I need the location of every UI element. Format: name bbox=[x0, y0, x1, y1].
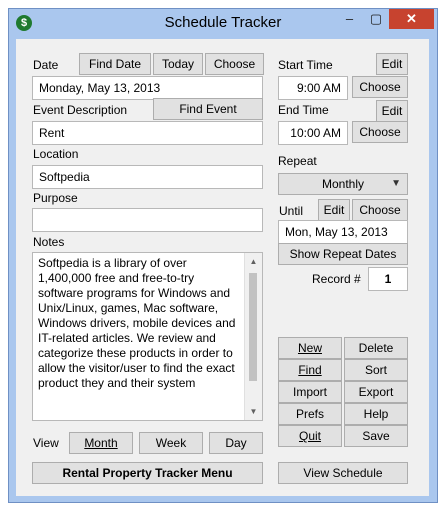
event-description-field[interactable]: Rent bbox=[32, 121, 263, 145]
date-field[interactable]: Monday, May 13, 2013 bbox=[32, 76, 263, 100]
import-button[interactable]: Import bbox=[278, 381, 342, 403]
scroll-up-icon[interactable]: ▲ bbox=[245, 253, 262, 270]
until-label: Until bbox=[279, 204, 304, 218]
delete-button[interactable]: Delete bbox=[344, 337, 408, 359]
repeat-select[interactable]: Monthly ▼ bbox=[278, 173, 408, 195]
date-choose-button[interactable]: Choose bbox=[205, 53, 264, 75]
event-description-label: Event Description bbox=[33, 103, 128, 117]
maximize-icon[interactable]: ▢ bbox=[363, 9, 389, 29]
new-button[interactable]: New bbox=[278, 337, 342, 359]
until-edit-button[interactable]: Edit bbox=[318, 199, 350, 221]
find-event-label: Find Event bbox=[179, 102, 237, 116]
view-label: View bbox=[33, 436, 59, 450]
view-month-label: Month bbox=[84, 436, 118, 450]
end-time-choose-button[interactable]: Choose bbox=[352, 121, 408, 143]
repeat-selected-value: Monthly bbox=[321, 177, 365, 191]
start-time-edit-button[interactable]: Edit bbox=[376, 53, 408, 75]
title-bar[interactable]: $ Schedule Tracker – ▢ ✕ bbox=[9, 9, 437, 37]
end-time-label: End Time bbox=[278, 103, 329, 117]
find-label: Find bbox=[298, 363, 322, 377]
new-label: New bbox=[297, 341, 322, 355]
notes-textarea[interactable]: Softpedia is a library of over 1,400,000… bbox=[32, 252, 263, 421]
rental-property-tracker-menu-button[interactable]: Rental Property Tracker Menu bbox=[32, 462, 263, 484]
view-month-button[interactable]: Month bbox=[69, 432, 133, 454]
view-day-button[interactable]: Day bbox=[209, 432, 263, 454]
notes-scrollbar[interactable]: ▲ ▼ bbox=[244, 253, 262, 420]
client-area: Date Find Date Today Choose Monday, May … bbox=[16, 39, 429, 496]
record-number-field[interactable]: 1 bbox=[368, 267, 408, 291]
repeat-label: Repeat bbox=[278, 154, 317, 168]
location-label: Location bbox=[33, 147, 79, 161]
view-week-button[interactable]: Week bbox=[139, 432, 203, 454]
minimize-icon[interactable]: – bbox=[336, 9, 363, 29]
scroll-thumb[interactable] bbox=[249, 273, 257, 381]
save-button[interactable]: Save bbox=[344, 425, 408, 447]
notes-text: Softpedia is a library of over 1,400,000… bbox=[38, 256, 236, 390]
until-choose-button[interactable]: Choose bbox=[352, 199, 408, 221]
prefs-button[interactable]: Prefs bbox=[278, 403, 342, 425]
notes-label: Notes bbox=[33, 235, 65, 249]
start-time-field[interactable]: 9:00 AM bbox=[278, 76, 348, 100]
show-repeat-dates-button[interactable]: Show Repeat Dates bbox=[278, 243, 408, 265]
sort-button[interactable]: Sort bbox=[344, 359, 408, 381]
close-icon[interactable]: ✕ bbox=[389, 9, 434, 29]
find-event-button[interactable]: Find Event bbox=[153, 98, 263, 120]
help-button[interactable]: Help bbox=[344, 403, 408, 425]
today-button[interactable]: Today bbox=[153, 53, 203, 75]
purpose-field[interactable] bbox=[32, 208, 263, 232]
start-time-label: Start Time bbox=[278, 58, 333, 72]
scroll-down-icon[interactable]: ▼ bbox=[245, 403, 262, 420]
chevron-down-icon: ▼ bbox=[391, 178, 401, 189]
end-time-edit-button[interactable]: Edit bbox=[376, 100, 408, 122]
location-field[interactable]: Softpedia bbox=[32, 165, 263, 189]
start-time-choose-button[interactable]: Choose bbox=[352, 76, 408, 98]
app-window: $ Schedule Tracker – ▢ ✕ Date Find Date … bbox=[8, 8, 438, 503]
quit-button[interactable]: Quit bbox=[278, 425, 342, 447]
date-label: Date bbox=[33, 58, 59, 72]
export-button[interactable]: Export bbox=[344, 381, 408, 403]
record-number-label: Record # bbox=[312, 272, 361, 286]
purpose-label: Purpose bbox=[33, 191, 78, 205]
quit-label: Quit bbox=[298, 429, 321, 443]
view-schedule-button[interactable]: View Schedule bbox=[278, 462, 408, 484]
find-date-button[interactable]: Find Date bbox=[79, 53, 151, 75]
end-time-field[interactable]: 10:00 AM bbox=[278, 121, 348, 145]
find-button[interactable]: Find bbox=[278, 359, 342, 381]
until-date-field[interactable]: Mon, May 13, 2013 bbox=[278, 220, 408, 244]
